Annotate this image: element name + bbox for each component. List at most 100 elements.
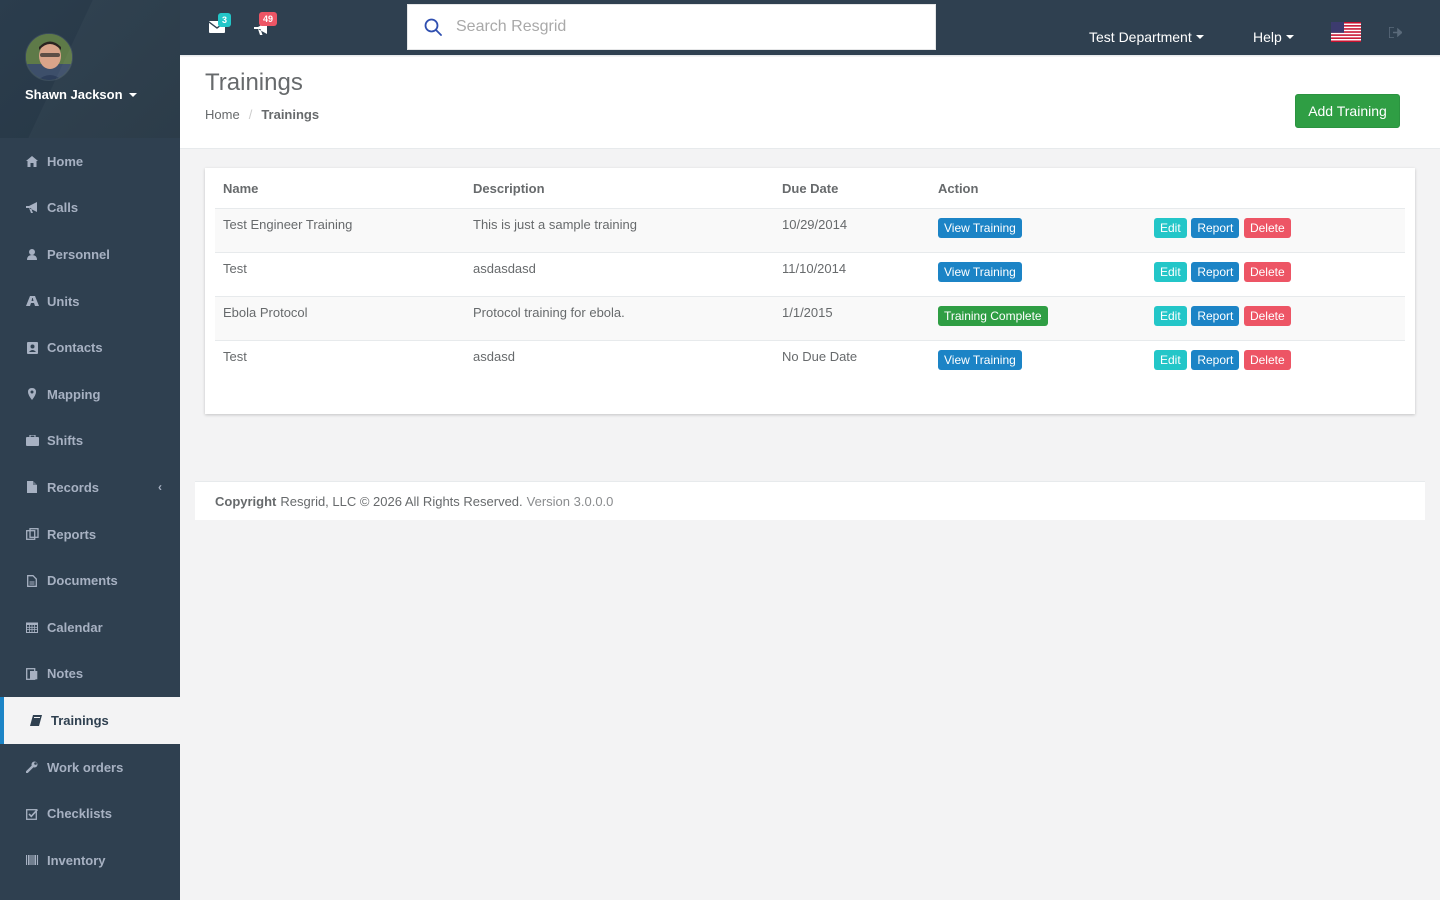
notifications-button[interactable]: 49 <box>254 12 278 38</box>
wrench-icon <box>25 761 39 774</box>
training-name: Ebola Protocol <box>215 295 465 340</box>
sidebar-item-label: Home <box>47 153 84 169</box>
document-icon <box>25 574 39 587</box>
truck-icon <box>25 295 39 307</box>
sidebar-item-label: Contacts <box>47 340 103 356</box>
training-name: Test <box>215 251 465 296</box>
bullhorn-icon <box>25 202 39 214</box>
barcode-icon <box>25 855 39 866</box>
report-icon <box>25 528 39 540</box>
search-input[interactable] <box>456 18 896 36</box>
calendar-icon <box>25 621 39 634</box>
top-navbar: 3 49 Test Department Help <box>180 0 1440 56</box>
sidebar-item-notes[interactable]: Notes <box>0 651 180 698</box>
delete-button[interactable]: Delete <box>1243 305 1291 326</box>
training-due-date: No Due Date <box>774 339 930 384</box>
table-row: Ebola Protocol Protocol training for ebo… <box>215 295 1405 340</box>
trainings-table: Name Description Due Date Action Test En… <box>215 168 1405 384</box>
sidebar-item-label: Units <box>47 293 80 309</box>
sidebar-item-label: Checklists <box>47 806 113 822</box>
column-header-description[interactable]: Description <box>465 168 774 209</box>
report-button[interactable]: Report <box>1191 261 1240 282</box>
user-menu[interactable]: Shawn Jackson <box>25 87 137 102</box>
caret-down-icon <box>1195 35 1204 39</box>
column-header-due-date[interactable]: Due Date <box>774 168 930 209</box>
report-button[interactable]: Report <box>1191 305 1240 326</box>
sidebar-item-units[interactable]: Units <box>0 278 180 325</box>
search-box <box>407 4 936 50</box>
caret-down-icon <box>1285 35 1294 39</box>
table-row: Test Engineer Training This is just a sa… <box>215 208 1405 252</box>
breadcrumb: Home / Trainings <box>205 107 319 122</box>
training-description: Protocol training for ebola. <box>465 295 774 340</box>
sidebar-item-calendar[interactable]: Calendar <box>0 604 180 651</box>
table-row: Test asdasdasd 11/10/2014 View Training … <box>215 251 1405 296</box>
sidebar-item-personnel[interactable]: Personnel <box>0 231 180 278</box>
sidebar-item-label: Calendar <box>47 619 103 635</box>
sidebar-item-work-orders[interactable]: Work orders <box>0 744 180 791</box>
view-training-button[interactable]: View Training <box>938 217 1022 238</box>
sidebar-item-label: Trainings <box>51 712 109 728</box>
sidebar-item-label: Work orders <box>47 759 124 775</box>
messages-button[interactable]: 3 <box>208 13 232 36</box>
delete-button[interactable]: Delete <box>1243 349 1291 370</box>
edit-button[interactable]: Edit <box>1154 217 1187 238</box>
training-name: Test Engineer Training <box>215 208 465 252</box>
sidebar-item-mapping[interactable]: Mapping <box>0 371 180 418</box>
sidebar-item-label: Records <box>47 479 100 495</box>
avatar[interactable] <box>25 33 73 81</box>
help-dropdown[interactable]: Help <box>1253 29 1294 45</box>
address-book-icon <box>25 341 39 354</box>
sidebar-item-calls[interactable]: Calls <box>0 185 180 232</box>
caret-down-icon <box>128 92 137 97</box>
edit-button[interactable]: Edit <box>1154 261 1187 282</box>
report-button[interactable]: Report <box>1191 217 1240 238</box>
view-training-button[interactable]: View Training <box>938 261 1022 282</box>
department-label: Test Department <box>1089 29 1192 45</box>
sidebar-item-documents[interactable]: Documents <box>0 557 180 604</box>
training-name: Test <box>215 339 465 384</box>
search-icon <box>424 18 442 36</box>
trainings-panel: Name Description Due Date Action Test En… <box>205 168 1415 414</box>
book-icon <box>29 714 43 726</box>
help-label: Help <box>1253 29 1282 45</box>
us-flag-icon[interactable] <box>1331 22 1361 42</box>
copyright-text: Resgrid, LLC © 2026 All Rights Reserved. <box>280 493 523 509</box>
column-header-action[interactable]: Action <box>930 168 1146 209</box>
edit-button[interactable]: Edit <box>1154 305 1187 326</box>
sidebar-item-contacts[interactable]: Contacts <box>0 324 180 371</box>
delete-button[interactable]: Delete <box>1243 217 1291 238</box>
add-training-button[interactable]: Add Training <box>1295 94 1400 128</box>
department-dropdown[interactable]: Test Department <box>1089 29 1204 45</box>
briefcase-icon <box>25 435 39 447</box>
training-due-date: 10/29/2014 <box>774 208 930 252</box>
training-description: This is just a sample training <box>465 208 774 252</box>
chevron-left-icon: ‹ <box>158 480 162 495</box>
view-training-button[interactable]: View Training <box>938 349 1022 370</box>
edit-button[interactable]: Edit <box>1154 349 1187 370</box>
logout-icon[interactable] <box>1388 26 1403 41</box>
report-button[interactable]: Report <box>1191 349 1240 370</box>
training-description: asdasd <box>465 339 774 384</box>
sidebar-item-checklists[interactable]: Checklists <box>0 790 180 837</box>
sidebar-item-label: Mapping <box>47 386 101 402</box>
table-header-row: Name Description Due Date Action <box>215 168 1405 209</box>
delete-button[interactable]: Delete <box>1243 261 1291 282</box>
sidebar-item-label: Documents <box>47 573 118 589</box>
breadcrumb-current: Trainings <box>261 107 320 122</box>
sidebar-item-reports[interactable]: Reports <box>0 511 180 558</box>
sidebar-nav: Home Calls Personnel Units Contacts Mapp… <box>0 138 180 884</box>
sidebar-item-label: Calls <box>47 200 79 216</box>
checklist-icon <box>25 808 39 820</box>
sidebar-item-home[interactable]: Home <box>0 138 180 185</box>
user-icon <box>25 248 39 260</box>
breadcrumb-home[interactable]: Home <box>205 107 240 122</box>
messages-count-badge: 3 <box>218 13 232 27</box>
training-complete-button[interactable]: Training Complete <box>938 305 1048 326</box>
sidebar-item-records[interactable]: Records ‹ <box>0 464 180 511</box>
sidebar-item-inventory[interactable]: Inventory <box>0 837 180 884</box>
column-header-name[interactable]: Name <box>215 168 465 209</box>
sidebar-item-trainings[interactable]: Trainings <box>0 697 180 744</box>
sidebar-item-label: Inventory <box>47 852 106 868</box>
sidebar-item-shifts[interactable]: Shifts <box>0 418 180 465</box>
